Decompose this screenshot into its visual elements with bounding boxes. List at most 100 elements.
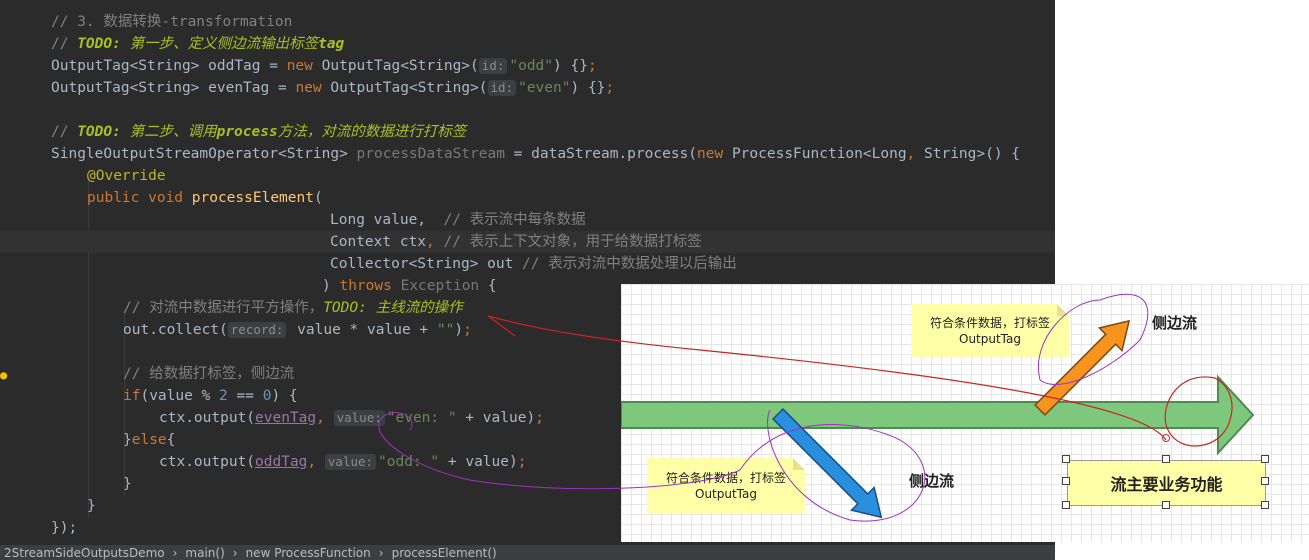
code-text: SingleOutputStreamOperator<String> (51, 146, 357, 162)
resize-handle[interactable] (1261, 501, 1269, 509)
code-statement: SingleOutputStreamOperator<String> proce… (51, 143, 1020, 165)
code-line-current[interactable]: Context ctx, // 表示上下文对象，用于给数据打标签 (0, 231, 1055, 253)
code-text: Collector<String> out (330, 256, 514, 272)
throws-clause: ) throws Exception { (322, 275, 497, 297)
code-line[interactable]: // 3. 数据转换-transformation (0, 11, 1055, 33)
closing-brace: }); (51, 520, 78, 536)
comment-text: // 对流中数据进行平方操作， (123, 300, 324, 316)
breadcrumb-anonymous-class[interactable]: new ProcessFunction (246, 546, 371, 560)
todo-comment: // 对流中数据进行平方操作，TODO: 主线流的操作 (123, 297, 463, 319)
main-stream-arrow (621, 374, 1255, 456)
field-reference[interactable]: oddTag (255, 454, 307, 470)
code-text: OutputTag<String>( (312, 58, 479, 74)
todo-marker: TODO: (77, 36, 121, 52)
method-name: processElement (183, 190, 314, 206)
exception-type: Exception (391, 278, 480, 294)
todo-text: 方法，对流的数据进行打标签 (277, 124, 467, 140)
code-text: Long value, (330, 212, 427, 228)
comment-text: // 表示流中每条数据 (426, 212, 586, 228)
code-text: OutputTag<String> evenTag = (51, 80, 296, 96)
resize-handle[interactable] (1261, 455, 1269, 463)
code-line[interactable]: // TODO: 第一步、定义侧边流输出标签tag (0, 33, 1055, 55)
code-line[interactable]: OutputTag<String> oddTag = new OutputTag… (0, 55, 1055, 77)
comment-text: // 给数据打标签，侧边流 (123, 366, 295, 382)
string-literal: "" (436, 322, 455, 338)
keyword-throws: throws (339, 278, 392, 294)
parameter-line: Context ctx, // 表示上下文对象，用于给数据打标签 (330, 231, 702, 253)
code-statement: OutputTag<String> oddTag = new OutputTag… (51, 55, 597, 77)
closing-brace: } (123, 476, 132, 492)
resize-handle[interactable] (1162, 455, 1170, 463)
resize-handle[interactable] (1162, 501, 1170, 509)
code-line[interactable]: public void processElement( (0, 187, 1055, 209)
parameter-hint: value: (324, 454, 377, 470)
code-text: (value % (140, 388, 220, 404)
code-text: + value) (456, 410, 536, 426)
code-text: OutputTag<String> oddTag = (51, 58, 287, 74)
comment-text: // 3. 数据转换-transformation (51, 14, 293, 30)
code-statement: out.collect(record: value * value + ""); (123, 319, 472, 341)
side-stream-label-top: 侧边流 (1152, 314, 1198, 332)
main-business-box[interactable]: 流主要业务功能 (1067, 460, 1266, 506)
comma: , (426, 234, 435, 250)
note-text: 符合条件数据，打标签 (929, 315, 1050, 330)
code-text: } (123, 432, 132, 448)
code-text: ) (322, 278, 340, 294)
code-line[interactable]: @Override (0, 165, 1055, 187)
keyword-new: new (697, 146, 724, 162)
keyword-public-void: public void (87, 190, 184, 206)
parameter-line: Collector<String> out // 表示对流中数据处理以后输出 (330, 253, 737, 275)
semicolon: ; (535, 410, 544, 426)
breadcrumb-bar: 2StreamSideOutputsDemo › main() › new Proces… (0, 545, 1055, 560)
main-box-text: 流主要业务功能 (1110, 475, 1223, 494)
semicolon: ; (517, 454, 527, 470)
breadcrumb-separator: › (172, 546, 178, 560)
parameter-hint: value: (333, 410, 385, 426)
string-literal: "even" (518, 80, 571, 96)
resize-handle[interactable] (1261, 477, 1269, 485)
semicolon: ; (587, 58, 597, 74)
code-line[interactable]: SingleOutputStreamOperator<String> proce… (0, 143, 1055, 165)
resize-handle[interactable] (1062, 455, 1070, 463)
keyword-new: new (286, 58, 313, 74)
code-text: ) (454, 322, 464, 338)
comma: , (906, 146, 916, 162)
parameter-hint: record: (227, 322, 287, 338)
code-line[interactable]: OutputTag<String> evenTag = new OutputTa… (0, 77, 1055, 99)
code-text: ) { (271, 388, 298, 404)
code-text: Context ctx (330, 234, 427, 250)
breadcrumb-method[interactable]: main() (185, 546, 224, 560)
todo-text: 第二步、调用 (120, 124, 217, 140)
code-text: { (166, 432, 176, 448)
code-text: OutputTag<String>( (321, 80, 488, 96)
todo-text: 第一步、定义侧边流输出标签 (120, 36, 319, 52)
comment-text: // 表示上下文对象，用于给数据打标签 (434, 234, 702, 250)
code-text: out.collect( (123, 322, 228, 338)
if-statement: if(value % 2 == 0) { (123, 385, 298, 407)
code-text: ( (313, 190, 323, 206)
todo-text: TODO: 主线流的操作 (323, 300, 463, 316)
comment-text: // 表示对流中数据处理以后输出 (513, 256, 737, 272)
code-statement: OutputTag<String> evenTag = new OutputTa… (51, 77, 614, 99)
resize-handle[interactable] (1062, 501, 1070, 509)
note-text: OutputTag (695, 486, 757, 501)
code-text: ctx.output( (159, 454, 256, 470)
lightbulb-icon[interactable]: ● (0, 368, 9, 382)
resize-handle[interactable] (1062, 477, 1070, 485)
code-line[interactable]: Collector<String> out // 表示对流中数据处理以后输出 (0, 253, 1055, 275)
rotate-handle[interactable] (1162, 434, 1170, 442)
breadcrumb-current-method[interactable]: processElement() (392, 546, 497, 560)
code-line[interactable]: // TODO: 第二步、调用process方法，对流的数据进行打标签 (0, 121, 1055, 143)
breadcrumb-class[interactable]: 2StreamSideOutputsDemo (4, 546, 165, 560)
code-text: = dataStream.process( (504, 146, 698, 162)
field-reference[interactable]: evenTag (255, 410, 316, 426)
comment-prefix: // (51, 36, 78, 52)
string-literal: "odd" (509, 58, 554, 74)
code-text: + value) (439, 454, 518, 470)
code-line[interactable]: Long value, // 表示流中每条数据 (0, 209, 1055, 231)
else-statement: }else{ (123, 429, 175, 451)
code-text: == (227, 388, 263, 404)
code-text: String>() { (915, 146, 1021, 162)
todo-comment: // TODO: 第二步、调用process方法，对流的数据进行打标签 (51, 121, 466, 143)
comma: , (307, 454, 317, 470)
